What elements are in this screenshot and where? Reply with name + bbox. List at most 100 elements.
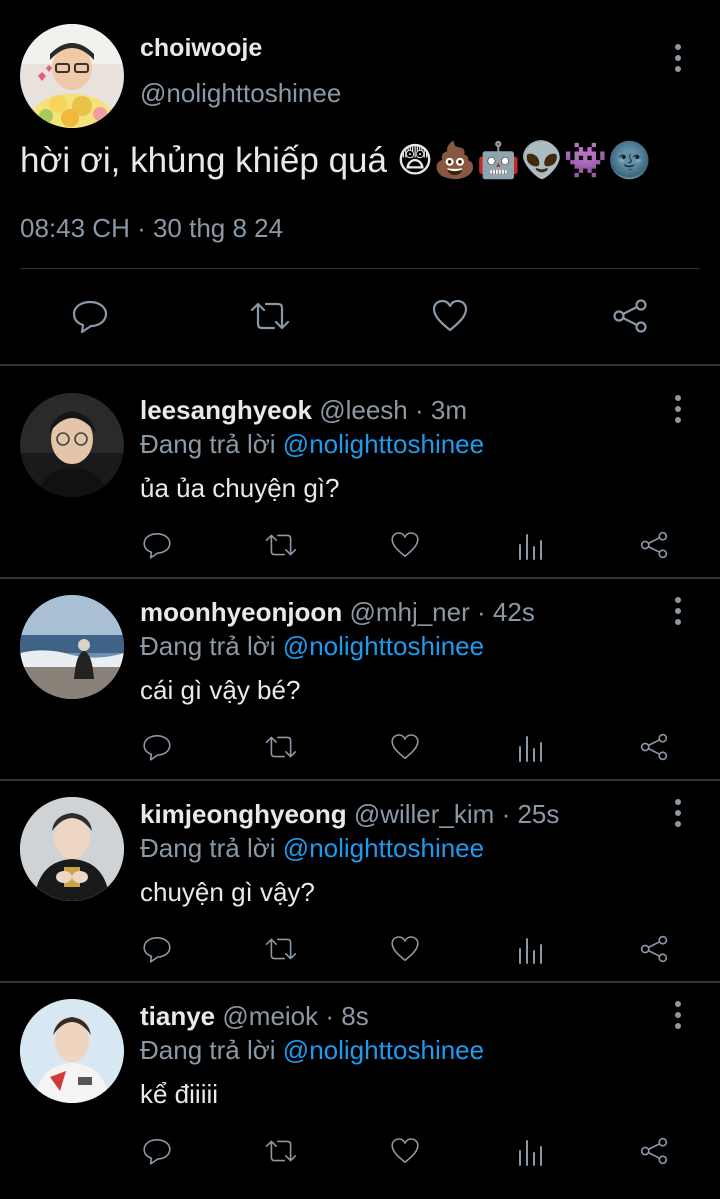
replying-to: Đang trả lời @nolighttoshinee bbox=[140, 429, 484, 460]
reply-button[interactable] bbox=[135, 1133, 179, 1173]
like-button[interactable] bbox=[383, 729, 427, 769]
avatar[interactable] bbox=[20, 797, 124, 901]
share-button[interactable] bbox=[632, 729, 676, 769]
reply-tweet[interactable]: tianye @meiok · 8s Đang trả lời @nolight… bbox=[0, 983, 720, 1185]
mention-link[interactable]: @nolighttoshinee bbox=[283, 631, 484, 661]
replying-label: Đang trả lời bbox=[140, 833, 276, 863]
reply-author-handle[interactable]: @mhj_ner bbox=[349, 597, 469, 627]
views-icon bbox=[516, 529, 546, 566]
retweet-button[interactable] bbox=[259, 931, 303, 971]
reply-text: kể điiiii bbox=[140, 1079, 219, 1109]
more-options-icon[interactable] bbox=[668, 391, 688, 427]
views-icon bbox=[516, 1135, 546, 1172]
reply-author-handle[interactable]: @willer_kim bbox=[354, 799, 495, 829]
main-tweet: choiwooje @nolighttoshinee hời ơi, khủng… bbox=[0, 0, 720, 366]
retweet-icon bbox=[263, 529, 299, 566]
share-icon bbox=[638, 1135, 670, 1172]
reply-text: ủa ủa chuyện gì? bbox=[140, 473, 340, 503]
replying-to: Đang trả lời @nolighttoshinee bbox=[140, 1035, 484, 1066]
retweet-icon bbox=[248, 296, 292, 341]
like-button[interactable] bbox=[426, 296, 474, 340]
views-icon bbox=[516, 933, 546, 970]
reply-tweet[interactable]: kimjeonghyeong @willer_kim · 25s Đang tr… bbox=[0, 781, 720, 983]
avatar[interactable] bbox=[20, 595, 124, 699]
views-button[interactable] bbox=[509, 729, 553, 769]
reply-icon bbox=[141, 1135, 173, 1172]
heart-icon bbox=[389, 1135, 421, 1172]
reply-text: cái gì vậy bé? bbox=[140, 675, 301, 705]
retweet-button[interactable] bbox=[259, 729, 303, 769]
reply-time: 25s bbox=[517, 799, 560, 829]
mention-link[interactable]: @nolighttoshinee bbox=[283, 833, 484, 863]
more-options-icon[interactable] bbox=[668, 997, 688, 1033]
more-options-icon[interactable] bbox=[668, 593, 688, 629]
retweet-icon bbox=[263, 1135, 299, 1172]
views-button[interactable] bbox=[509, 931, 553, 971]
reply-author-handle[interactable]: @leesh bbox=[319, 395, 408, 425]
retweet-icon bbox=[263, 933, 299, 970]
heart-icon bbox=[389, 529, 421, 566]
retweet-button[interactable] bbox=[244, 296, 296, 340]
separator-dot: · bbox=[415, 395, 424, 425]
reply-author-name[interactable]: moonhyeonjoon bbox=[140, 597, 342, 627]
divider bbox=[0, 364, 720, 366]
separator-dot: · bbox=[325, 1001, 335, 1031]
share-button[interactable] bbox=[632, 527, 676, 567]
reply-author-name[interactable]: leesanghyeok bbox=[140, 395, 312, 425]
share-button[interactable] bbox=[632, 1133, 676, 1173]
separator-dot: · bbox=[501, 799, 511, 829]
views-button[interactable] bbox=[509, 1133, 553, 1173]
heart-icon bbox=[389, 933, 421, 970]
reply-button[interactable] bbox=[135, 729, 179, 769]
views-button[interactable] bbox=[509, 527, 553, 567]
reply-icon bbox=[141, 731, 173, 768]
reply-icon bbox=[141, 933, 173, 970]
reply-icon bbox=[70, 296, 110, 341]
reply-tweet[interactable]: moonhyeonjoon @mhj_ner · 42s Đang trả lờ… bbox=[0, 579, 720, 781]
mention-link[interactable]: @nolighttoshinee bbox=[283, 1035, 484, 1065]
tweet-text: hời ơi, khủng khiếp quá 😨💩🤖👽👾🌚 bbox=[20, 141, 652, 180]
reply-time: 8s bbox=[341, 1001, 369, 1031]
replying-to: Đang trả lời @nolighttoshinee bbox=[140, 631, 484, 662]
like-button[interactable] bbox=[383, 527, 427, 567]
share-icon bbox=[610, 296, 650, 341]
user-handle[interactable]: @nolighttoshinee bbox=[140, 78, 341, 109]
replying-label: Đang trả lời bbox=[140, 1035, 276, 1065]
reply-button[interactable] bbox=[135, 527, 179, 567]
reply-time: 3m bbox=[430, 395, 468, 425]
reply-icon bbox=[141, 529, 173, 566]
tweet-timestamp: 08:43 CH · 30 thg 8 24 bbox=[20, 213, 284, 243]
divider bbox=[20, 268, 700, 269]
share-button[interactable] bbox=[606, 296, 654, 340]
display-name[interactable]: choiwooje bbox=[140, 34, 262, 63]
replying-label: Đang trả lời bbox=[140, 429, 276, 459]
avatar[interactable] bbox=[20, 393, 124, 497]
share-button[interactable] bbox=[632, 931, 676, 971]
retweet-icon bbox=[263, 731, 299, 768]
mention-link[interactable]: @nolighttoshinee bbox=[283, 429, 484, 459]
share-icon bbox=[638, 933, 670, 970]
reply-author-name[interactable]: tianye bbox=[140, 1001, 215, 1031]
more-options-icon[interactable] bbox=[668, 795, 688, 831]
more-options-icon[interactable] bbox=[668, 40, 688, 76]
avatar[interactable] bbox=[20, 999, 124, 1103]
share-icon bbox=[638, 731, 670, 768]
avatar[interactable] bbox=[20, 24, 124, 128]
replying-to: Đang trả lời @nolighttoshinee bbox=[140, 833, 484, 864]
reply-author-handle[interactable]: @meiok bbox=[222, 1001, 318, 1031]
reply-author-name[interactable]: kimjeonghyeong bbox=[140, 799, 347, 829]
like-button[interactable] bbox=[383, 931, 427, 971]
reply-time: 42s bbox=[492, 597, 535, 627]
reply-button[interactable] bbox=[135, 931, 179, 971]
heart-icon bbox=[430, 296, 470, 341]
reply-tweet[interactable]: leesanghyeok @leesh · 3m Đang trả lời @n… bbox=[0, 377, 720, 579]
views-icon bbox=[516, 731, 546, 768]
replying-label: Đang trả lời bbox=[140, 631, 276, 661]
like-button[interactable] bbox=[383, 1133, 427, 1173]
retweet-button[interactable] bbox=[259, 1133, 303, 1173]
share-icon bbox=[638, 529, 670, 566]
reply-text: chuyện gì vậy? bbox=[140, 877, 315, 907]
reply-button[interactable] bbox=[66, 296, 114, 340]
heart-icon bbox=[389, 731, 421, 768]
retweet-button[interactable] bbox=[259, 527, 303, 567]
